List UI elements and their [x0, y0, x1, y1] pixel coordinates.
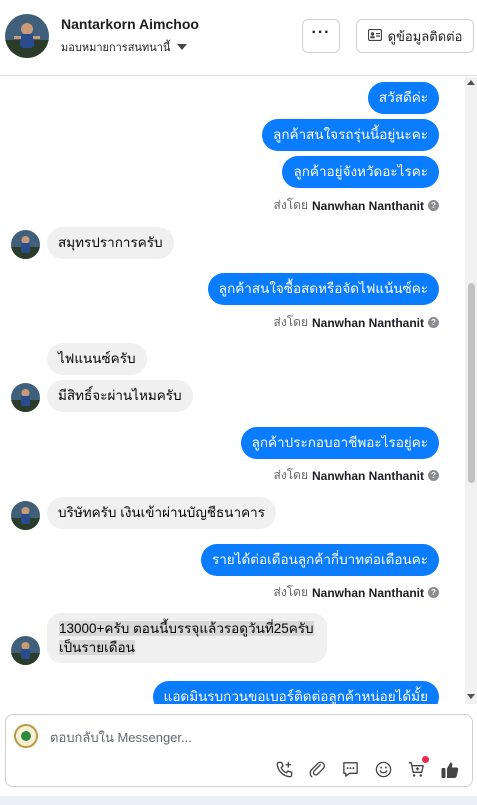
- cart-icon[interactable]: [406, 756, 429, 780]
- sent-by-agent: Nanwhan Nanthanit: [311, 468, 424, 483]
- sent-by-prefix: ส่งโดย: [273, 315, 308, 329]
- notification-dot: [422, 756, 429, 763]
- incoming-message[interactable]: บริษัทครับ เงินเข้าผ่านบัญชีธนาคาร: [47, 497, 276, 529]
- customer-avatar-small: [11, 230, 40, 259]
- outgoing-message[interactable]: รายได้ต่อเดือนลูกค้ากี่บาทต่อเดือนคะ: [200, 544, 439, 576]
- emoji-icon[interactable]: [373, 759, 394, 780]
- composer-toolbar: [274, 756, 460, 780]
- sent-by-label: ส่งโดย Nanwhan Nanthanit ?: [274, 196, 439, 215]
- sent-by-prefix: ส่งโดย: [273, 198, 308, 212]
- outgoing-message[interactable]: สวัสดีค่ะ: [367, 82, 439, 114]
- scroll-down-arrow-icon[interactable]: [467, 694, 475, 699]
- attachment-icon[interactable]: [307, 759, 328, 780]
- page-avatar: [14, 724, 38, 748]
- conversation-header: Nantarkorn Aimchoo มอบหมายการสนทนานี้ ··…: [0, 0, 477, 76]
- reply-input[interactable]: [50, 730, 430, 745]
- customer-avatar-small: [11, 383, 40, 412]
- outgoing-message[interactable]: ลูกค้าสนใจรถรุ่นนี้อยู่นะคะ: [262, 119, 439, 151]
- message-line: เป็นรายเดือน: [59, 640, 135, 655]
- scroll-up-arrow-icon[interactable]: [467, 80, 475, 85]
- message-line: 13000+ครับ ตอนนี้บรรจุแล้วรอดูวันที่25คร…: [59, 621, 314, 636]
- assign-label: มอบหมายการสนทนานี้: [61, 42, 171, 54]
- outgoing-message[interactable]: แอดมินรบกวนขอเบอร์ติดต่อลูกค้าหน่อยได้มั…: [152, 681, 439, 704]
- scroll-thumb[interactable]: [468, 283, 475, 483]
- info-icon[interactable]: ?: [428, 317, 439, 328]
- outgoing-message[interactable]: ลูกค้าอยู่จังหวัดอะไรคะ: [282, 156, 439, 188]
- info-icon[interactable]: ?: [428, 587, 439, 598]
- sent-by-agent: Nanwhan Nanthanit: [311, 315, 424, 330]
- sent-by-prefix: ส่งโดย: [273, 585, 308, 599]
- saved-reply-icon[interactable]: [340, 759, 361, 780]
- incoming-message[interactable]: ไฟแนนซ์ครับ: [47, 343, 147, 375]
- message-thread[interactable]: สวัสดีค่ะ ลูกค้าสนใจรถรุ่นนี้อยู่นะคะ ลู…: [0, 77, 465, 704]
- outgoing-message[interactable]: ลูกค้าประกอบอาชีพอะไรอยู่คะ: [240, 427, 439, 459]
- sent-by-label: ส่งโดย Nanwhan Nanthanit ?: [274, 466, 439, 485]
- more-options-button[interactable]: ···: [302, 19, 340, 53]
- sent-by-agent: Nanwhan Nanthanit: [311, 585, 424, 600]
- view-contact-label: ดูข้อมูลติดต่อ: [387, 28, 463, 44]
- info-icon[interactable]: ?: [428, 200, 439, 211]
- contact-card-icon: [367, 28, 382, 44]
- customer-avatar[interactable]: [5, 14, 49, 58]
- outgoing-message[interactable]: ลูกค้าสนใจซื้อสดหรือจัดไฟแน้นซ์คะ: [207, 273, 439, 305]
- thumbs-up-icon[interactable]: [439, 759, 460, 780]
- customer-avatar-small: [11, 501, 40, 530]
- customer-avatar-small: [11, 636, 40, 665]
- reply-composer: [5, 714, 473, 787]
- phone-add-icon[interactable]: [274, 759, 295, 780]
- caret-down-icon: [177, 44, 188, 50]
- sent-by-agent: Nanwhan Nanthanit: [311, 198, 424, 213]
- assign-conversation-dropdown[interactable]: มอบหมายการสนทนานี้: [61, 38, 188, 56]
- incoming-message[interactable]: มีสิทธิ์จะผ่านไหมครับ: [47, 380, 193, 412]
- info-icon[interactable]: ?: [428, 470, 439, 481]
- sent-by-prefix: ส่งโดย: [273, 468, 308, 482]
- sent-by-label: ส่งโดย Nanwhan Nanthanit ?: [274, 313, 439, 332]
- bottom-strip: [0, 796, 477, 805]
- incoming-message[interactable]: 13000+ครับ ตอนนี้บรรจุแล้วรอดูวันที่25คร…: [47, 613, 327, 663]
- customer-name[interactable]: Nantarkorn Aimchoo: [61, 16, 199, 32]
- thread-scrollbar[interactable]: [465, 77, 477, 704]
- view-contact-info-button[interactable]: ดูข้อมูลติดต่อ: [356, 19, 474, 53]
- incoming-message[interactable]: สมุทรปราการครับ: [47, 227, 174, 259]
- sent-by-label: ส่งโดย Nanwhan Nanthanit ?: [274, 583, 439, 602]
